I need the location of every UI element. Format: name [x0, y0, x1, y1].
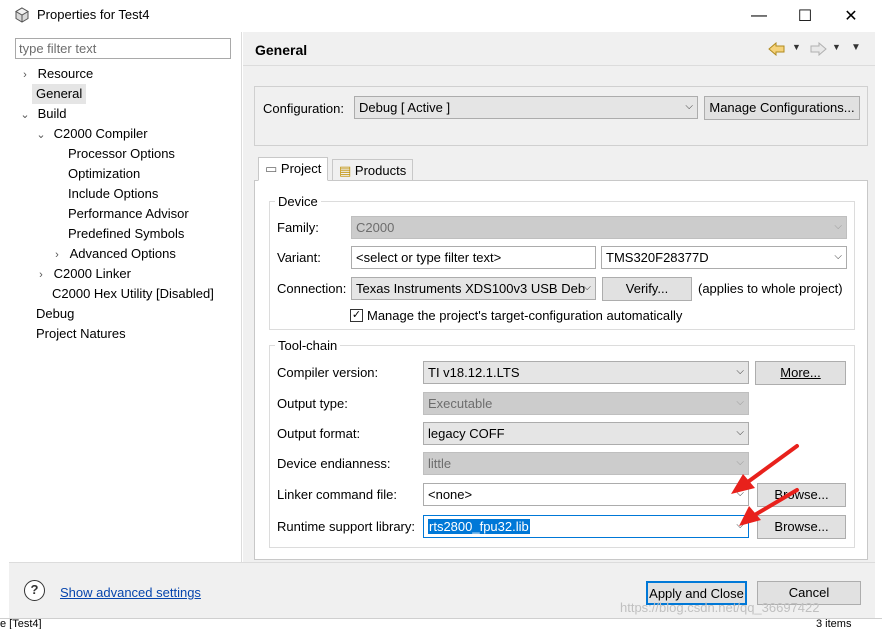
chevron-down-icon: ⌵ — [834, 221, 842, 232]
runtime-support-library-select[interactable]: rts2800_fpu32.lib ⌵ — [423, 515, 749, 538]
linker-command-file-value: <none> — [428, 487, 473, 502]
compiler-version-select[interactable]: TI v18.12.1.LTS ⌵ — [423, 361, 749, 384]
watermark: https://blog.csdn.net/qq_36697422 — [620, 600, 820, 615]
chevron-down-icon: ⌵ — [834, 251, 842, 262]
status-right-text: 3 items — [816, 618, 852, 629]
linker-command-file-select[interactable]: <none> ⌵ — [423, 483, 749, 506]
variant-label: Variant: — [277, 250, 321, 265]
applies-note: (applies to whole project) — [698, 281, 843, 296]
tree-item-label: C2000 Linker — [53, 266, 131, 281]
output-type-select: Executable ⌵ — [423, 392, 749, 415]
output-type-value: Executable — [428, 396, 493, 411]
tab-label: Products — [354, 163, 407, 178]
tree-item-label: Build — [37, 106, 67, 121]
tab-project[interactable]: ▭ Project — [258, 157, 329, 181]
back-dropdown-icon[interactable]: ▼ — [792, 42, 801, 52]
family-value: C2000 — [356, 220, 395, 235]
chevron-down-icon[interactable]: ⌄ — [19, 105, 31, 125]
manage-target-config-checkbox[interactable]: ✓ — [350, 309, 363, 322]
annotation-arrows — [731, 444, 799, 526]
help-icon[interactable]: ? — [24, 580, 45, 601]
runtime-support-library-value[interactable]: rts2800_fpu32.lib — [428, 519, 530, 534]
runtime-support-library-label: Runtime support library: — [277, 519, 415, 534]
verify-button[interactable]: Verify... — [602, 277, 692, 301]
annotation-arrow-bottom — [739, 488, 799, 526]
right-edge-background — [875, 31, 882, 618]
left-edge-background — [0, 31, 9, 618]
window-title: Properties for Test4 — [37, 7, 150, 22]
tree-item-build[interactable]: ⌄ Build — [19, 104, 67, 125]
tree-item-performance-advisor[interactable]: Performance Advisor — [68, 204, 189, 224]
page-title: General — [255, 42, 308, 58]
chevron-right-icon[interactable]: › — [35, 265, 47, 285]
chevron-down-icon: ⌵ — [583, 282, 591, 293]
tree-item-general[interactable]: General — [32, 84, 87, 104]
tree-item-include-options[interactable]: Include Options — [68, 184, 158, 204]
background-status-strip: e [Test4] 3 items — [0, 618, 882, 629]
tree-item-advanced-options[interactable]: › Advanced Options — [51, 244, 176, 264]
tree-item-label: C2000 Compiler — [53, 126, 148, 141]
configuration-label: Configuration: — [263, 101, 344, 116]
output-format-value: legacy COFF — [428, 426, 505, 441]
tree-item-project-natures[interactable]: Project Natures — [36, 324, 126, 344]
show-advanced-settings-link[interactable]: Show advanced settings — [60, 585, 201, 600]
maximize-button[interactable]: ☐ — [782, 0, 828, 31]
tree-item-predefined-symbols[interactable]: Predefined Symbols — [68, 224, 184, 244]
chevron-down-icon: ⌵ — [736, 366, 744, 377]
tree-item-c2000-hex-utility[interactable]: C2000 Hex Utility [Disabled] — [52, 284, 214, 304]
variant-value: TMS320F28377D — [606, 250, 709, 265]
annotation-arrow-top — [731, 444, 799, 494]
tree-item-label: Advanced Options — [69, 246, 176, 261]
tab-products[interactable]: ▤ Products — [332, 159, 414, 181]
forward-arrow-icon[interactable] — [809, 42, 827, 56]
variant-select[interactable]: TMS320F28377D ⌵ — [601, 246, 847, 269]
family-select: C2000 ⌵ — [351, 216, 847, 239]
manage-configurations-button[interactable]: Manage Configurations... — [704, 96, 860, 120]
app-gear-icon — [15, 7, 29, 23]
connection-select[interactable]: Texas Instruments XDS100v3 USB Deb ⌵ — [351, 277, 596, 300]
configuration-select[interactable]: Debug [ Active ] ⌵ — [354, 96, 698, 119]
tree-item-c2000-linker[interactable]: › C2000 Linker — [35, 264, 131, 284]
manage-target-config-label[interactable]: Manage the project's target-configuratio… — [367, 308, 682, 323]
tab-label: Project — [280, 161, 322, 176]
linker-command-file-label: Linker command file: — [277, 487, 397, 502]
output-format-label: Output format: — [277, 426, 361, 441]
tree-item-debug[interactable]: Debug — [36, 304, 74, 324]
family-label: Family: — [277, 220, 319, 235]
back-arrow-icon[interactable] — [768, 42, 786, 56]
products-icon: ▤ — [339, 163, 352, 178]
device-legend: Device — [275, 194, 321, 209]
chevron-right-icon[interactable]: › — [19, 65, 31, 85]
endianness-select: little ⌵ — [423, 452, 749, 475]
status-left-text: e [Test4] — [0, 618, 42, 629]
compiler-version-label: Compiler version: — [277, 365, 379, 380]
tree-item-resource[interactable]: › Resource — [19, 64, 93, 84]
tree-item-label: Resource — [37, 66, 94, 81]
output-type-label: Output type: — [277, 396, 348, 411]
endianness-value: little — [428, 456, 452, 471]
view-menu-icon[interactable]: ▼ — [851, 42, 861, 53]
chevron-right-icon[interactable]: › — [51, 245, 63, 265]
forward-dropdown-icon[interactable]: ▼ — [832, 42, 841, 52]
endianness-label: Device endianness: — [277, 456, 391, 471]
tree-item-optimization[interactable]: Optimization — [68, 164, 140, 184]
variant-filter-input[interactable]: <select or type filter text> — [351, 246, 596, 269]
more-button[interactable]: More... — [755, 361, 846, 385]
chevron-down-icon: ⌵ — [736, 397, 744, 408]
project-icon: ▭ — [265, 161, 278, 176]
configuration-value: Debug [ Active ] — [359, 100, 451, 115]
minimize-button[interactable]: — — [736, 0, 782, 31]
tree-item-c2000-compiler[interactable]: ⌄ C2000 Compiler — [35, 124, 148, 145]
tree-item-processor-options[interactable]: Processor Options — [68, 144, 175, 164]
chevron-down-icon: ⌵ — [685, 101, 693, 112]
close-button[interactable]: ✕ — [828, 0, 874, 31]
toolchain-legend: Tool-chain — [275, 338, 341, 353]
filter-input[interactable] — [15, 38, 231, 59]
chevron-down-icon[interactable]: ⌄ — [35, 125, 47, 145]
output-format-select[interactable]: legacy COFF ⌵ — [423, 422, 749, 445]
compiler-version-value: TI v18.12.1.LTS — [428, 365, 520, 380]
connection-label: Connection: — [277, 281, 347, 296]
connection-value: Texas Instruments XDS100v3 USB Deb — [356, 281, 586, 296]
chevron-down-icon: ⌵ — [736, 427, 744, 438]
